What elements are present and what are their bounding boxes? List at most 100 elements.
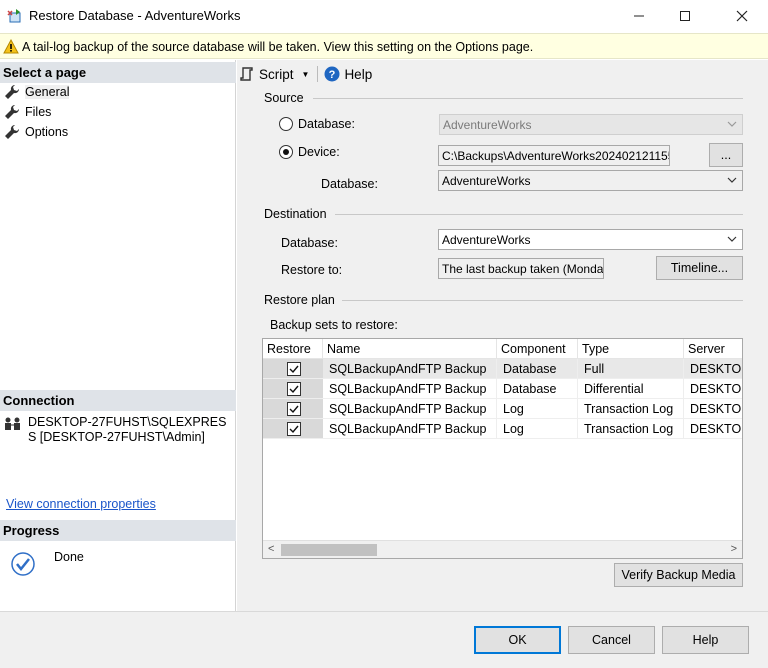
row-type: Transaction Log [578, 399, 684, 419]
ok-button[interactable]: OK [474, 626, 561, 654]
checkmark-icon [289, 405, 299, 414]
column-header-restore[interactable]: Restore [263, 339, 323, 359]
title-bar: Restore Database - AdventureWorks [0, 0, 768, 32]
checkmark-icon [289, 365, 299, 374]
done-check-icon [11, 552, 35, 576]
source-database-radio-label: Database: [298, 117, 355, 131]
source-device-path[interactable]: C:\Backups\AdventureWorks202402121155 [438, 145, 670, 166]
restore-cell [263, 379, 323, 399]
column-header-server[interactable]: Server [684, 339, 742, 359]
help-dialog-button[interactable]: Help [662, 626, 749, 654]
help-button[interactable]: ? Help [324, 66, 372, 82]
destination-group-label: Destination [264, 207, 327, 221]
cancel-button[interactable]: Cancel [568, 626, 655, 654]
restore-cell [263, 359, 323, 379]
chevron-down-icon [727, 121, 737, 127]
page-options-label: Options [25, 125, 69, 139]
destination-database-value: AdventureWorks [442, 233, 531, 247]
wrench-icon [5, 124, 20, 139]
chevron-down-icon [727, 177, 737, 183]
source-database-radio[interactable] [279, 117, 293, 131]
backup-sets-label: Backup sets to restore: [270, 318, 398, 332]
dialog-footer: OK Cancel Help [0, 611, 768, 668]
row-name: SQLBackupAndFTP Backup [323, 359, 497, 379]
row-component: Database [497, 379, 578, 399]
page-options[interactable]: Options [4, 123, 68, 141]
wrench-icon [5, 104, 20, 119]
script-icon [240, 67, 253, 81]
source-database-combo: AdventureWorks [439, 114, 743, 135]
maximize-icon[interactable] [662, 0, 708, 32]
main-panel: Script ▼ ? Help Source Database: Adventu… [237, 60, 768, 611]
left-pane: Select a page General Files Options Conn… [0, 60, 236, 611]
destination-database-label: Database: [281, 236, 338, 250]
restore-to-value: The last backup taken (Monday, [438, 258, 604, 279]
source-device-radio[interactable] [279, 145, 293, 159]
progress-status: Done [54, 550, 84, 564]
help-label: Help [344, 66, 373, 82]
select-page-header: Select a page [0, 62, 236, 83]
row-type: Transaction Log [578, 419, 684, 439]
table-row[interactable]: SQLBackupAndFTP Backup Log Transaction L… [263, 399, 742, 419]
chevron-down-icon [727, 236, 737, 242]
horizontal-scrollbar[interactable]: < > [263, 540, 742, 558]
page-files-label: Files [25, 105, 52, 119]
page-general[interactable]: General [4, 83, 70, 101]
source-db-combo[interactable]: AdventureWorks [438, 170, 743, 191]
row-component: Database [497, 359, 578, 379]
column-header-component[interactable]: Component [497, 339, 578, 359]
restore-checkbox[interactable] [287, 362, 301, 376]
script-button[interactable]: Script ▼ [239, 66, 309, 82]
restore-checkbox[interactable] [287, 382, 301, 396]
browse-device-button[interactable]: ... [709, 143, 743, 167]
restore-plan-group-label: Restore plan [264, 293, 335, 307]
source-group-label: Source [264, 91, 304, 105]
checkmark-icon [289, 425, 299, 434]
grid-header: Restore Name Component Type Server [263, 339, 742, 359]
table-row[interactable]: SQLBackupAndFTP Backup Database Differen… [263, 379, 742, 399]
restore-cell [263, 419, 323, 439]
source-database-value: AdventureWorks [443, 118, 532, 132]
table-row[interactable]: SQLBackupAndFTP Backup Database Full DES… [263, 359, 742, 379]
warning-bar: A tail-log backup of the source database… [0, 33, 768, 59]
column-header-type[interactable]: Type [578, 339, 684, 359]
row-server: DESKTOP-27FUHST\SQLEXPRESS [684, 419, 742, 439]
scroll-thumb[interactable] [281, 544, 377, 556]
restore-cell [263, 399, 323, 419]
close-icon[interactable] [716, 0, 768, 32]
destination-database-combo[interactable]: AdventureWorks [438, 229, 743, 250]
row-type: Full [578, 359, 684, 379]
row-server: DESKTOP-27FUHST\SQLEXPRESS [684, 359, 742, 379]
column-header-name[interactable]: Name [323, 339, 497, 359]
timeline-button[interactable]: Timeline... [656, 256, 743, 280]
source-device-radio-label: Device: [298, 145, 340, 159]
source-db-value: AdventureWorks [442, 174, 531, 188]
row-name: SQLBackupAndFTP Backup [323, 379, 497, 399]
row-name: SQLBackupAndFTP Backup [323, 419, 497, 439]
progress-header: Progress [0, 520, 236, 541]
connection-text: DESKTOP-27FUHST\SQLEXPRESS [DESKTOP-27FU… [28, 415, 227, 444]
scroll-right-icon[interactable]: > [731, 543, 737, 555]
destination-divider [335, 214, 743, 215]
checkmark-icon [289, 385, 299, 394]
backup-sets-grid[interactable]: Restore Name Component Type Server SQLBa… [262, 338, 743, 559]
row-component: Log [497, 399, 578, 419]
script-label: Script [259, 66, 294, 82]
wrench-icon [5, 84, 20, 99]
restore-plan-divider [342, 300, 743, 301]
connection-header: Connection [0, 390, 236, 411]
row-component: Log [497, 419, 578, 439]
restore-checkbox[interactable] [287, 402, 301, 416]
script-dropdown-icon[interactable]: ▼ [302, 70, 310, 79]
minimize-icon[interactable] [616, 0, 662, 32]
view-connection-properties-link[interactable]: View connection properties [6, 497, 156, 511]
verify-backup-media-button[interactable]: Verify Backup Media [614, 563, 743, 587]
toolbar: Script ▼ ? Help [239, 64, 372, 84]
scroll-left-icon[interactable]: < [268, 543, 274, 555]
restore-database-icon [7, 9, 21, 23]
page-files[interactable]: Files [4, 103, 51, 121]
toolbar-separator [317, 66, 319, 82]
table-row[interactable]: SQLBackupAndFTP Backup Log Transaction L… [263, 419, 742, 439]
restore-checkbox[interactable] [287, 422, 301, 436]
warning-icon [3, 39, 19, 54]
